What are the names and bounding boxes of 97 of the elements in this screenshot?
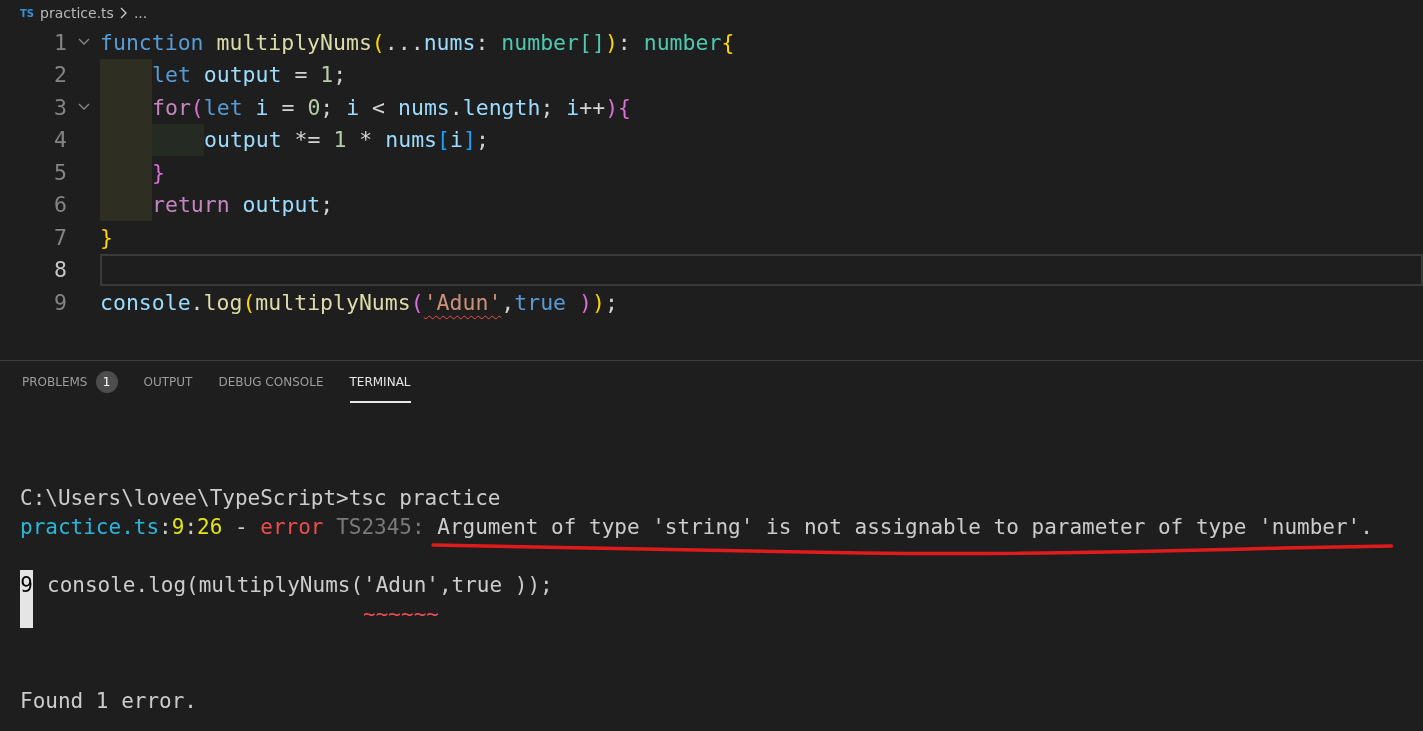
code-token: ] (462, 127, 476, 153)
line-number: 9 (53, 289, 67, 315)
breadcrumb-more[interactable]: ... (133, 5, 148, 21)
code-token: length (462, 94, 541, 120)
code-token: 0 (307, 94, 321, 120)
code-token: ( (190, 94, 204, 120)
code-token: { (721, 29, 735, 55)
terminal-text: : (184, 514, 198, 539)
code-token: true (514, 289, 568, 315)
code-token: nums (385, 127, 438, 153)
code-token: i (255, 94, 269, 120)
line-number: 6 (53, 192, 67, 218)
code-token: ; (540, 94, 555, 120)
chevron-down-icon[interactable] (77, 38, 90, 47)
line-number: 5 (53, 159, 67, 185)
terminal-line: C:\Users\lovee\TypeScript>tsc practice (20, 485, 501, 510)
line-number: 8 (53, 257, 67, 283)
terminal-text: practice.ts (20, 514, 160, 539)
error-marker: ~~~~~~ (362, 601, 439, 626)
code-token: ; (333, 62, 347, 88)
code-token: ; (604, 289, 618, 315)
code-token: = (280, 94, 296, 120)
code-token: nums (398, 94, 450, 120)
terminal-text: - (234, 514, 249, 539)
code-token: } (100, 224, 113, 250)
typescript-file-icon: TS (20, 7, 35, 19)
code-token: let (152, 62, 192, 88)
code-token: i (566, 94, 580, 120)
code-token: i (346, 94, 360, 120)
line-number: 4 (53, 127, 67, 153)
code-token: { (618, 94, 632, 120)
code-token: . (449, 94, 463, 120)
code-token: multiplyNums (216, 29, 372, 55)
tab-label: TERMINAL (349, 375, 411, 389)
code-token: * (358, 127, 374, 153)
code-token: number (643, 29, 722, 55)
code-token: nums (423, 29, 476, 55)
line-number: 2 (53, 62, 67, 88)
terminal-text: 9 (171, 514, 185, 539)
code-token: } (152, 159, 165, 185)
code-token: [ (437, 127, 450, 153)
terminal-text: : (159, 514, 172, 539)
code-token: console (100, 289, 191, 315)
count-badge: 1 (95, 371, 118, 393)
line-number: 3 (53, 94, 67, 120)
code-token: ; (320, 192, 334, 218)
code-token: *= (293, 127, 322, 153)
code-token: let (203, 94, 244, 120)
code-token: i (450, 127, 463, 153)
code-token: = (293, 62, 309, 88)
chevron-down-icon[interactable] (77, 103, 90, 112)
code-token: 'Adun' (423, 289, 502, 315)
code-token: ) (605, 94, 619, 120)
code-token: function (100, 29, 205, 55)
code-token: log (203, 289, 243, 315)
tab-label: DEBUG CONSOLE (218, 375, 324, 389)
terminal-line: console.log(multiplyNums('Adun',true )); (47, 572, 553, 597)
code-token: ; (320, 94, 335, 120)
code-token: : (617, 29, 632, 55)
terminal-text: 26 (197, 514, 223, 539)
code-token: 1 (320, 62, 334, 88)
code-token: number[] (501, 29, 605, 55)
code-token: output (242, 192, 321, 218)
code-token: ) (604, 29, 618, 55)
terminal-line: Found 1 error. (20, 688, 197, 713)
code-token: ++ (579, 94, 606, 120)
code-token: ( (410, 289, 424, 315)
code-token: , (501, 289, 515, 315)
line-number: 9 (20, 570, 33, 628)
terminal-text: TS2345: (335, 514, 426, 539)
terminal-text: error (260, 514, 324, 539)
chevron-right-icon (119, 7, 128, 19)
code-token: < (371, 94, 387, 120)
code-token: return (152, 192, 231, 218)
code-token: multiplyNums (255, 289, 411, 315)
code-token: ; (475, 127, 489, 153)
tab-label: OUTPUT (143, 375, 193, 389)
tab-label: PROBLEMS (22, 375, 88, 389)
code-token: ( (371, 29, 385, 55)
code-token: . (190, 289, 204, 315)
line-number: 7 (53, 224, 67, 250)
code-token: 1 (333, 127, 347, 153)
code-token: ... (384, 29, 424, 55)
breadcrumb-file[interactable]: practice.ts (40, 5, 114, 21)
panel-tab[interactable]: TERMINAL (349, 361, 411, 403)
code-token: for (152, 94, 191, 120)
code-token: : (475, 29, 490, 55)
line-number: 1 (53, 29, 67, 55)
panel-tab[interactable]: DEBUG CONSOLE (218, 361, 324, 403)
code-token: output (204, 127, 282, 153)
code-token: ) (579, 289, 592, 315)
code-token: ( (242, 289, 256, 315)
code-token: ) (591, 289, 605, 315)
error-message: Argument of type 'string' is not assignable to parameter of type 'number'. (437, 514, 1373, 539)
panel-tab[interactable]: PROBLEMS 1 (22, 361, 118, 403)
panel-tab[interactable]: OUTPUT (143, 361, 193, 403)
code-token: output (203, 62, 282, 88)
